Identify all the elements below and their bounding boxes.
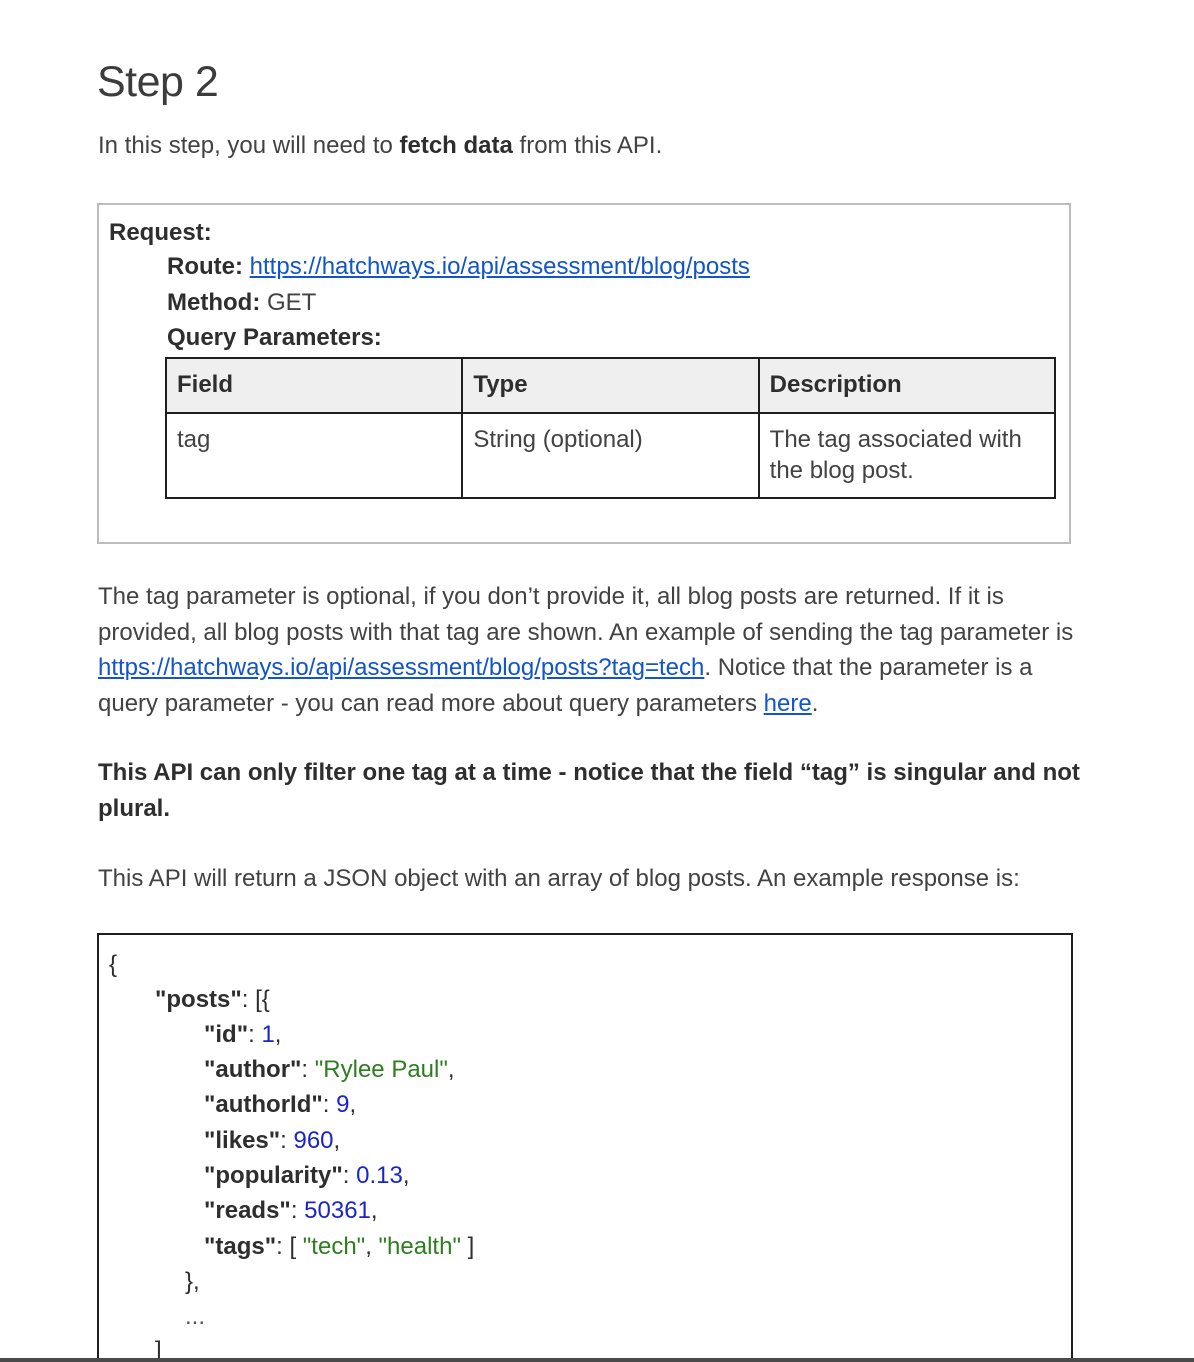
- code-reads-value: 50361: [304, 1197, 371, 1224]
- document-page: Step 2 In this step, you will need to fe…: [0, 0, 1194, 1362]
- example-tag-link[interactable]: https://hatchways.io/api/assessment/blog…: [98, 654, 704, 681]
- code-author-value: "Rylee Paul": [314, 1056, 448, 1083]
- page-bottom-divider: [0, 1358, 1194, 1362]
- code-tag-value-1: "tech": [302, 1233, 366, 1260]
- code-author-line: "author": "Rylee Paul",: [204, 1056, 455, 1083]
- code-popularity-value: 0.13: [356, 1162, 403, 1189]
- query-params-here-link[interactable]: here: [764, 690, 812, 717]
- code-popularity-key: "popularity": [204, 1162, 343, 1189]
- table-header-field: Field: [164, 357, 464, 414]
- code-posts-line: "posts": [{: [155, 982, 270, 1017]
- para1-text1: The tag parameter is optional, if you do…: [98, 583, 1074, 646]
- example-response-code-block: { "posts": [{ "id": 1, "author": "Rylee …: [97, 933, 1073, 1362]
- intro-bold: fetch data: [399, 132, 513, 159]
- method-line: Method: GET: [167, 289, 316, 317]
- route-link[interactable]: https://hatchways.io/api/assessment/blog…: [250, 253, 750, 280]
- method-label: Method:: [167, 289, 261, 316]
- table-header-type: Type: [461, 357, 760, 414]
- code-popularity-line: "popularity": 0.13,: [204, 1162, 410, 1189]
- table-cell-type: String (optional): [461, 412, 760, 499]
- code-likes-line: "likes": 960,: [204, 1127, 341, 1154]
- code-authorid-line: "authorId": 9,: [204, 1091, 357, 1118]
- code-likes-value: 960: [293, 1127, 334, 1154]
- method-value: GET: [266, 289, 317, 316]
- code-likes-key: "likes": [204, 1127, 281, 1154]
- code-posts-open: : [{: [241, 986, 270, 1013]
- code-authorid-value: 9: [336, 1091, 350, 1118]
- code-open-brace: {: [109, 951, 118, 978]
- code-close-object: },: [185, 1268, 200, 1295]
- query-params-label: Query Parameters:: [167, 324, 382, 351]
- table-cell-field: tag: [164, 412, 464, 499]
- code-tags-key: "tags": [204, 1233, 277, 1260]
- intro-text: In this step, you will need to fetch dat…: [98, 132, 662, 160]
- code-authorid-key: "authorId": [204, 1091, 323, 1118]
- response-intro-paragraph: This API will return a JSON object with …: [98, 865, 1020, 892]
- table-row: tag String (optional) The tag associated…: [164, 412, 1057, 499]
- intro-before: In this step, you will need to: [98, 132, 400, 159]
- intro-after: from this API.: [512, 132, 663, 159]
- code-id-value: 1: [261, 1021, 275, 1048]
- tag-parameter-paragraph: The tag parameter is optional, if you do…: [98, 579, 1088, 721]
- request-title: Request:: [109, 219, 212, 246]
- para1-text3: .: [811, 689, 819, 717]
- code-author-key: "author": [204, 1056, 302, 1083]
- table-header-description: Description: [757, 357, 1057, 414]
- table-header-row: Field Type Description: [164, 357, 1057, 414]
- request-box: Request: Route: https://hatchways.io/api…: [97, 203, 1071, 544]
- route-line: Route: https://hatchways.io/api/assessme…: [167, 253, 750, 281]
- page-title: Step 2: [97, 58, 219, 106]
- code-ellipsis: ...: [185, 1303, 206, 1330]
- query-params-table: Field Type Description tag String (optio…: [164, 357, 1057, 499]
- code-id-line: "id": 1,: [204, 1021, 282, 1048]
- code-reads-key: "reads": [204, 1197, 291, 1224]
- code-reads-line: "reads": 50361,: [204, 1197, 378, 1224]
- code-tags-line: "tags": [ "tech", "health" ]: [204, 1233, 475, 1260]
- filter-note-paragraph: This API can only filter one tag at a ti…: [98, 759, 1080, 822]
- code-posts-key: "posts": [155, 986, 242, 1013]
- table-cell-description: The tag associated with the blog post.: [757, 412, 1057, 499]
- code-id-key: "id": [204, 1021, 249, 1048]
- query-params-line: Query Parameters:: [167, 324, 382, 352]
- code-tag-value-2: "health": [378, 1233, 461, 1260]
- route-label: Route:: [167, 253, 243, 280]
